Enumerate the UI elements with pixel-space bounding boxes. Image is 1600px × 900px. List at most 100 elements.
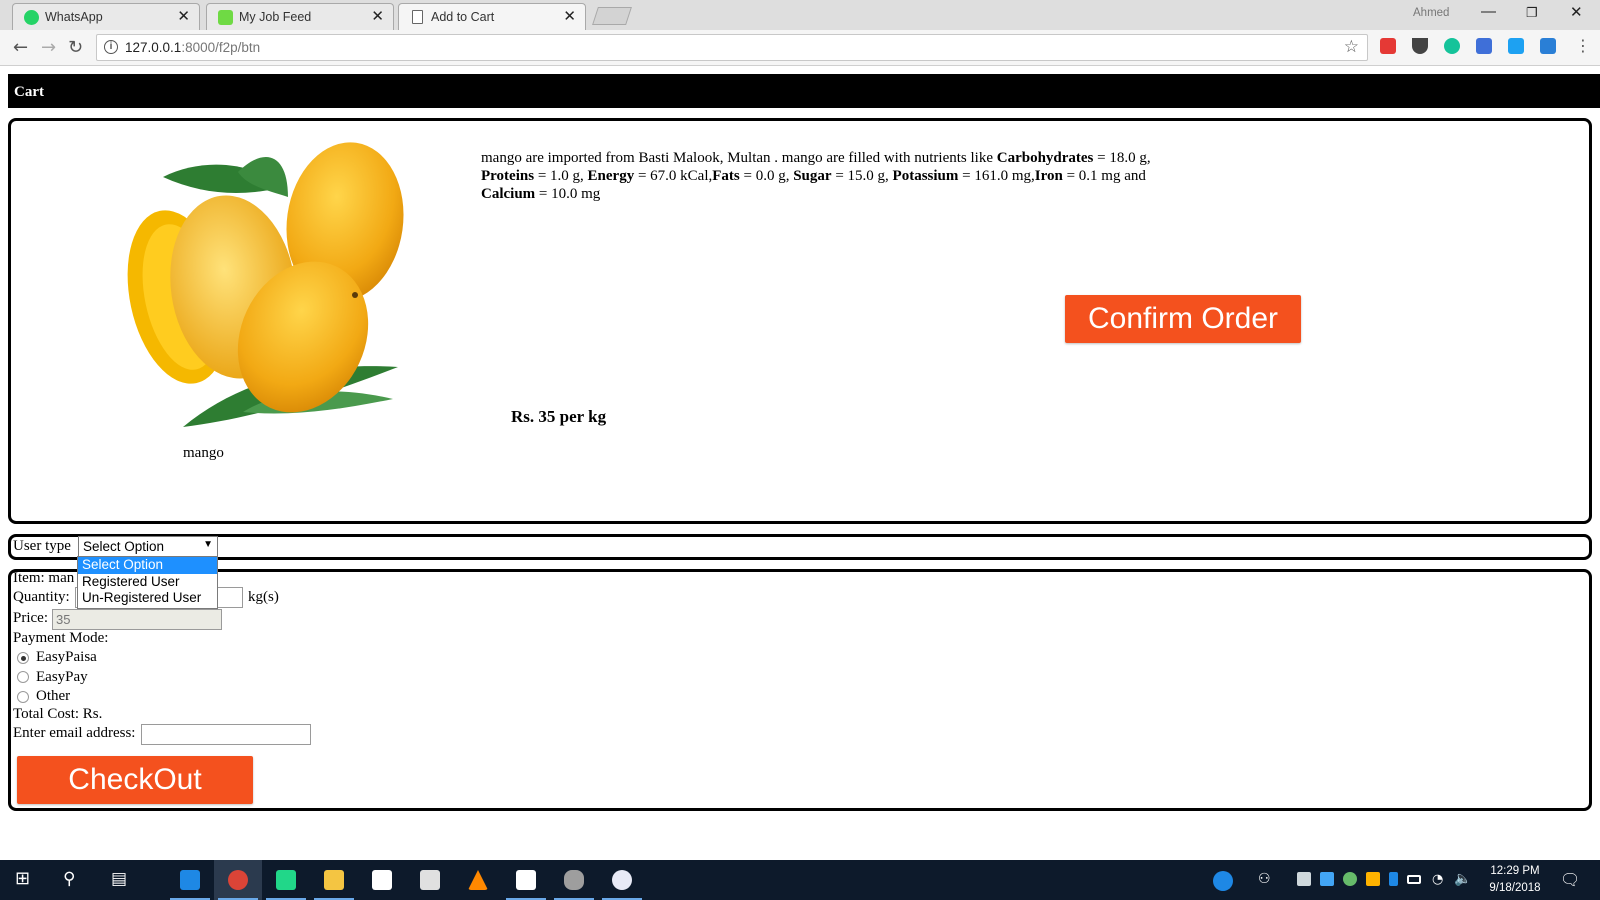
task-view-icon: ▤ [111,869,128,889]
radio-label-other: Other [36,688,71,704]
dropdown-arrow-icon: ▼ [203,539,213,550]
reload-icon[interactable]: ↻ [68,37,83,58]
wifi-icon[interactable]: ◔ [1432,872,1443,887]
taskbar-app-vscode[interactable] [166,860,214,900]
mail-icon [420,870,440,890]
taskbar-app-pycharm[interactable] [262,860,310,900]
extension-check-icon[interactable] [1508,38,1524,54]
notifications-icon[interactable]: 🗨 [1560,870,1580,889]
close-icon[interactable]: ✕ [563,7,576,25]
info-icon[interactable]: i [104,40,118,54]
radio-other[interactable] [17,691,29,703]
extension-icon[interactable] [1380,38,1396,54]
dropdown-option-unregistered-user[interactable]: Un-Registered User [78,590,217,607]
taskbar-app-paint[interactable] [598,860,646,900]
price-per-kg: Rs. 35 per kg [511,407,607,426]
taskbar-app-chrome[interactable] [214,860,262,900]
nutrient-name: Calcium [481,186,536,202]
browser-menu-icon[interactable]: ⋮ [1575,36,1591,55]
cart-header-bar: Cart [8,74,1600,108]
pocket-icon[interactable] [1412,38,1428,54]
product-name: mango [183,445,224,461]
bookmark-star-icon[interactable]: ☆ [1344,37,1359,57]
user-type-select[interactable]: Select Option ▼ [78,536,218,557]
tray-icon[interactable] [1297,872,1311,886]
chrome-icon [228,870,248,890]
nutrient-name: Fats [712,168,740,184]
browser-toolbar: ← → ↻ i 127.0.0.1:8000/f2p/btn ☆ ⋮ [0,30,1600,66]
nutrient-name: Iron [1034,168,1063,184]
tab-label: My Job Feed [239,10,312,24]
clock-date: 9/18/2018 [1489,882,1541,894]
confirm-order-button[interactable]: Confirm Order [1065,295,1301,343]
extension-s-icon[interactable] [1540,38,1556,54]
help-icon[interactable] [1213,871,1233,891]
total-cost-label: Total Cost: Rs. [13,706,103,722]
profile-name[interactable]: Ahmed [1413,7,1449,19]
user-type-section: User type Select Option ▼ [8,534,1592,560]
back-icon[interactable]: ← [13,37,28,58]
mango-image [127,142,404,427]
sticky-notes-icon [516,870,536,890]
upwork-icon [218,10,233,25]
minimize-icon[interactable]: — [1481,3,1496,20]
page-icon [412,10,423,24]
grammarly-icon[interactable] [1444,38,1460,54]
people-icon[interactable]: ⚇ [1258,871,1271,887]
product-description: mango are imported from Basti Malook, Mu… [481,149,1191,203]
new-tab-button[interactable] [592,7,632,25]
description-text: mango are imported from Basti Malook, Mu… [481,150,997,166]
taskbar-app-database[interactable] [550,860,598,900]
dropdown-option-select-option[interactable]: Select Option [78,557,217,574]
radio-easypaisa[interactable] [17,652,29,664]
dropdown-option-registered-user[interactable]: Registered User [78,574,217,591]
battery-icon[interactable] [1407,875,1421,884]
task-view-button[interactable]: ▤ [96,860,144,900]
payment-mode-label: Payment Mode: [13,630,109,646]
bluetooth-icon[interactable] [1389,872,1398,886]
tray-icon[interactable] [1320,872,1334,886]
checkout-button[interactable]: CheckOut [17,756,253,804]
description-text: = 10.0 mg [535,186,601,202]
extension-icon[interactable] [1476,38,1492,54]
email-input[interactable] [141,724,311,745]
window-close-icon[interactable]: ✕ [1570,3,1583,21]
restore-icon[interactable]: ❐ [1526,5,1538,21]
description-text: = 18.0 g, [1093,150,1151,166]
store-icon [372,870,392,890]
system-clock[interactable]: 12:29 PM 9/18/2018 [1480,863,1550,897]
search-button[interactable]: ⚲ [48,860,96,900]
start-button[interactable]: ⊞ [0,860,48,900]
taskbar-app-vlc[interactable] [454,860,502,900]
item-value: man [48,570,75,586]
volume-icon[interactable]: 🔈 [1454,871,1471,887]
clock-time: 12:29 PM [1490,865,1540,877]
taskbar-app-store[interactable] [358,860,406,900]
tray-icon[interactable] [1366,872,1380,886]
description-text: = 67.0 kCal, [634,168,713,184]
tab-add-to-cart[interactable]: Add to Cart ✕ [398,3,586,30]
close-icon[interactable]: ✕ [177,7,190,25]
user-type-label: User type [13,538,71,554]
user-type-selected-value: Select Option [83,539,165,554]
tray-icon[interactable] [1343,872,1357,886]
item-row: Item: man [13,570,74,587]
taskbar-app-mail[interactable] [406,860,454,900]
radio-easypay[interactable] [17,671,29,683]
taskbar-app-explorer[interactable] [310,860,358,900]
address-bar[interactable]: i 127.0.0.1:8000/f2p/btn ☆ [96,34,1368,61]
taskbar-app-sticky-notes[interactable] [502,860,550,900]
tab-whatsapp[interactable]: WhatsApp ✕ [12,3,200,30]
tab-my-job-feed[interactable]: My Job Feed ✕ [206,3,394,30]
tab-label: WhatsApp [45,10,103,24]
cart-header-title[interactable]: Cart [14,84,44,101]
database-icon [564,870,584,890]
browser-tab-strip: WhatsApp ✕ My Job Feed ✕ Add to Cart ✕ A… [0,0,1600,30]
close-icon[interactable]: ✕ [371,7,384,25]
forward-icon[interactable]: → [41,37,56,58]
quantity-label: Quantity: [13,589,70,605]
price-label: Price: [13,610,48,626]
order-form: Item: man Quantity: kg(s) Price: 35 Paym… [8,569,1592,811]
folder-icon [324,870,344,890]
url-text[interactable]: 127.0.0.1:8000/f2p/btn [125,40,260,55]
